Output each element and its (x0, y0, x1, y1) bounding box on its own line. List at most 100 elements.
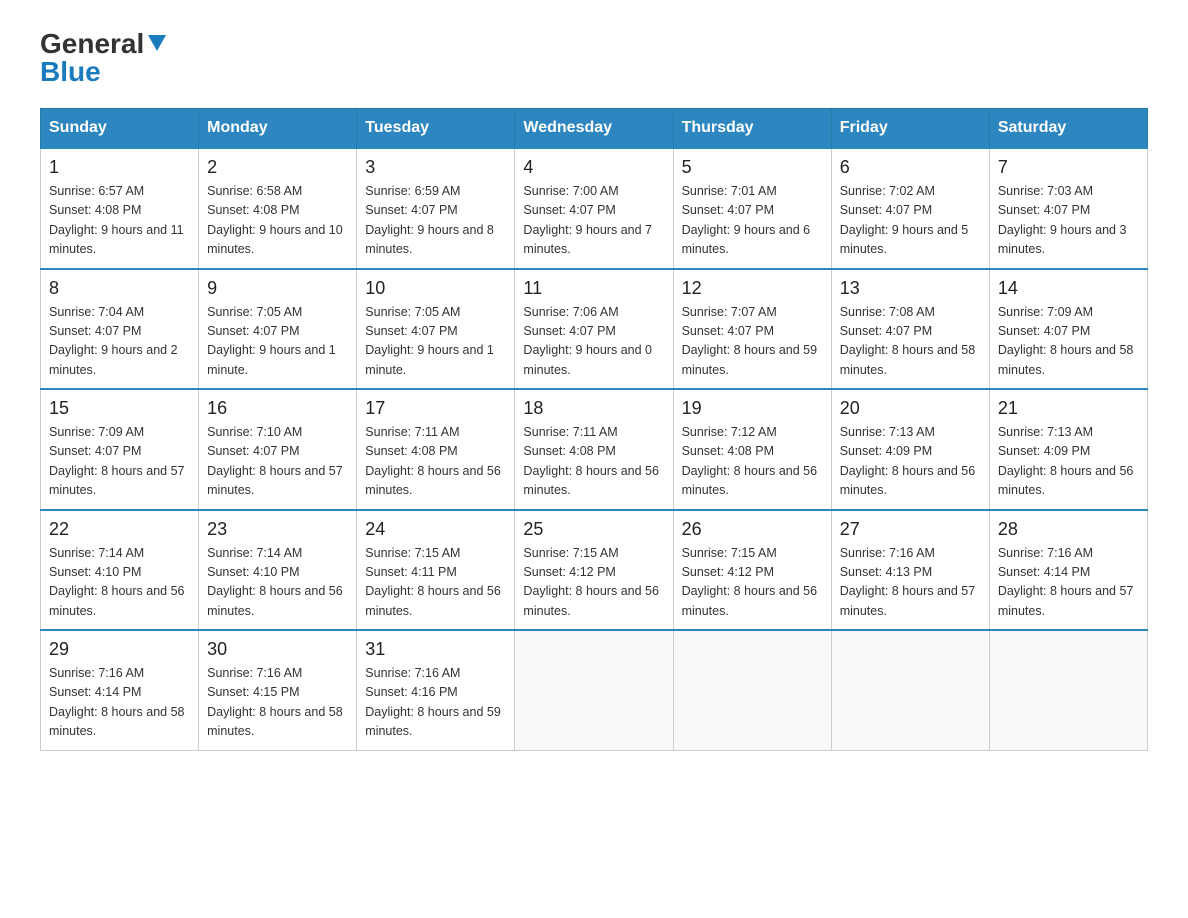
calendar-cell (673, 630, 831, 750)
day-info: Sunrise: 7:05 AMSunset: 4:07 PMDaylight:… (365, 303, 506, 381)
day-info: Sunrise: 7:16 AMSunset: 4:15 PMDaylight:… (207, 664, 348, 742)
day-number: 12 (682, 278, 823, 299)
calendar-cell: 29Sunrise: 7:16 AMSunset: 4:14 PMDayligh… (41, 630, 199, 750)
calendar-cell (831, 630, 989, 750)
calendar-cell: 5 Sunrise: 7:01 AMSunset: 4:07 PMDaylight… (673, 148, 831, 269)
day-number: 10 (365, 278, 506, 299)
logo-triangle-icon (146, 31, 168, 53)
day-info: Sunrise: 7:06 AMSunset: 4:07 PMDaylight:… (523, 303, 664, 381)
logo-general: General (40, 30, 144, 58)
header-row: SundayMondayTuesdayWednesdayThursdayFrid… (41, 109, 1148, 149)
week-row-4: 22 Sunrise: 7:14 AMSunset: 4:10 PMDayligh… (41, 510, 1148, 631)
day-number: 22 (49, 519, 190, 540)
calendar-cell: 18 Sunrise: 7:11 AMSunset: 4:08 PMDayligh… (515, 389, 673, 510)
calendar-cell: 11 Sunrise: 7:06 AMSunset: 4:07 PMDayligh… (515, 269, 673, 390)
header-cell-saturday: Saturday (989, 109, 1147, 149)
day-number: 8 (49, 278, 190, 299)
day-info: Sunrise: 7:16 AMSunset: 4:13 PMDaylight:… (840, 544, 981, 622)
calendar-cell: 1 Sunrise: 6:57 AMSunset: 4:08 PMDaylight… (41, 148, 199, 269)
calendar-cell: 10 Sunrise: 7:05 AMSunset: 4:07 PMDayligh… (357, 269, 515, 390)
day-number: 9 (207, 278, 348, 299)
week-row-5: 29Sunrise: 7:16 AMSunset: 4:14 PMDayligh… (41, 630, 1148, 750)
day-info: Sunrise: 7:01 AMSunset: 4:07 PMDaylight:… (682, 182, 823, 260)
page-header: General Blue (40, 30, 1148, 88)
calendar-cell: 3 Sunrise: 6:59 AMSunset: 4:07 PMDaylight… (357, 148, 515, 269)
day-info: Sunrise: 7:15 AMSunset: 4:12 PMDaylight:… (523, 544, 664, 622)
day-number: 20 (840, 398, 981, 419)
day-number: 21 (998, 398, 1139, 419)
header-cell-tuesday: Tuesday (357, 109, 515, 149)
day-info: Sunrise: 7:16 AMSunset: 4:14 PMDaylight:… (49, 664, 190, 742)
calendar-cell: 12 Sunrise: 7:07 AMSunset: 4:07 PMDayligh… (673, 269, 831, 390)
week-row-2: 8 Sunrise: 7:04 AMSunset: 4:07 PMDaylight… (41, 269, 1148, 390)
calendar-cell: 9 Sunrise: 7:05 AMSunset: 4:07 PMDaylight… (199, 269, 357, 390)
day-number: 6 (840, 157, 981, 178)
calendar-cell: 26 Sunrise: 7:15 AMSunset: 4:12 PMDayligh… (673, 510, 831, 631)
calendar-cell (515, 630, 673, 750)
logo: General Blue (40, 30, 168, 88)
day-info: Sunrise: 7:13 AMSunset: 4:09 PMDaylight:… (840, 423, 981, 501)
day-info: Sunrise: 7:08 AMSunset: 4:07 PMDaylight:… (840, 303, 981, 381)
calendar-cell: 30Sunrise: 7:16 AMSunset: 4:15 PMDayligh… (199, 630, 357, 750)
day-number: 15 (49, 398, 190, 419)
day-info: Sunrise: 7:13 AMSunset: 4:09 PMDaylight:… (998, 423, 1139, 501)
day-number: 25 (523, 519, 664, 540)
calendar-cell: 17Sunrise: 7:11 AMSunset: 4:08 PMDayligh… (357, 389, 515, 510)
day-number: 3 (365, 157, 506, 178)
calendar-cell: 27 Sunrise: 7:16 AMSunset: 4:13 PMDayligh… (831, 510, 989, 631)
day-number: 5 (682, 157, 823, 178)
calendar-cell: 16Sunrise: 7:10 AMSunset: 4:07 PMDayligh… (199, 389, 357, 510)
day-info: Sunrise: 7:09 AMSunset: 4:07 PMDaylight:… (49, 423, 190, 501)
day-number: 27 (840, 519, 981, 540)
day-number: 18 (523, 398, 664, 419)
day-info: Sunrise: 7:04 AMSunset: 4:07 PMDaylight:… (49, 303, 190, 381)
calendar-cell: 25 Sunrise: 7:15 AMSunset: 4:12 PMDayligh… (515, 510, 673, 631)
day-info: Sunrise: 7:16 AMSunset: 4:16 PMDaylight:… (365, 664, 506, 742)
day-number: 7 (998, 157, 1139, 178)
calendar-cell: 4 Sunrise: 7:00 AMSunset: 4:07 PMDaylight… (515, 148, 673, 269)
day-info: Sunrise: 7:15 AMSunset: 4:12 PMDaylight:… (682, 544, 823, 622)
day-info: Sunrise: 7:05 AMSunset: 4:07 PMDaylight:… (207, 303, 348, 381)
calendar-cell: 2 Sunrise: 6:58 AMSunset: 4:08 PMDaylight… (199, 148, 357, 269)
calendar-cell: 13Sunrise: 7:08 AMSunset: 4:07 PMDayligh… (831, 269, 989, 390)
day-info: Sunrise: 7:00 AMSunset: 4:07 PMDaylight:… (523, 182, 664, 260)
calendar-cell: 15 Sunrise: 7:09 AMSunset: 4:07 PMDayligh… (41, 389, 199, 510)
day-number: 2 (207, 157, 348, 178)
day-info: Sunrise: 6:58 AMSunset: 4:08 PMDaylight:… (207, 182, 348, 260)
day-number: 11 (523, 278, 664, 299)
calendar-table: SundayMondayTuesdayWednesdayThursdayFrid… (40, 108, 1148, 751)
day-info: Sunrise: 7:11 AMSunset: 4:08 PMDaylight:… (523, 423, 664, 501)
logo-blue: Blue (40, 56, 101, 88)
day-number: 23 (207, 519, 348, 540)
header-cell-sunday: Sunday (41, 109, 199, 149)
day-info: Sunrise: 7:14 AMSunset: 4:10 PMDaylight:… (207, 544, 348, 622)
day-number: 26 (682, 519, 823, 540)
calendar-cell: 31 Sunrise: 7:16 AMSunset: 4:16 PMDayligh… (357, 630, 515, 750)
day-number: 14 (998, 278, 1139, 299)
day-info: Sunrise: 7:15 AMSunset: 4:11 PMDaylight:… (365, 544, 506, 622)
calendar-cell: 7Sunrise: 7:03 AMSunset: 4:07 PMDaylight… (989, 148, 1147, 269)
day-info: Sunrise: 7:09 AMSunset: 4:07 PMDaylight:… (998, 303, 1139, 381)
day-info: Sunrise: 6:59 AMSunset: 4:07 PMDaylight:… (365, 182, 506, 260)
calendar-cell (989, 630, 1147, 750)
calendar-cell: 19Sunrise: 7:12 AMSunset: 4:08 PMDayligh… (673, 389, 831, 510)
day-info: Sunrise: 7:12 AMSunset: 4:08 PMDaylight:… (682, 423, 823, 501)
header-cell-wednesday: Wednesday (515, 109, 673, 149)
header-cell-monday: Monday (199, 109, 357, 149)
day-number: 4 (523, 157, 664, 178)
day-number: 24 (365, 519, 506, 540)
week-row-1: 1 Sunrise: 6:57 AMSunset: 4:08 PMDaylight… (41, 148, 1148, 269)
day-info: Sunrise: 7:10 AMSunset: 4:07 PMDaylight:… (207, 423, 348, 501)
calendar-cell: 8 Sunrise: 7:04 AMSunset: 4:07 PMDaylight… (41, 269, 199, 390)
calendar-cell: 6Sunrise: 7:02 AMSunset: 4:07 PMDaylight… (831, 148, 989, 269)
day-info: Sunrise: 7:07 AMSunset: 4:07 PMDaylight:… (682, 303, 823, 381)
day-info: Sunrise: 6:57 AMSunset: 4:08 PMDaylight:… (49, 182, 190, 260)
calendar-cell: 28Sunrise: 7:16 AMSunset: 4:14 PMDayligh… (989, 510, 1147, 631)
day-number: 1 (49, 157, 190, 178)
calendar-cell: 20 Sunrise: 7:13 AMSunset: 4:09 PMDayligh… (831, 389, 989, 510)
header-cell-thursday: Thursday (673, 109, 831, 149)
header-cell-friday: Friday (831, 109, 989, 149)
calendar-cell: 22Sunrise: 7:14 AMSunset: 4:10 PMDayligh… (41, 510, 199, 631)
day-number: 31 (365, 639, 506, 660)
calendar-cell: 14 Sunrise: 7:09 AMSunset: 4:07 PMDayligh… (989, 269, 1147, 390)
